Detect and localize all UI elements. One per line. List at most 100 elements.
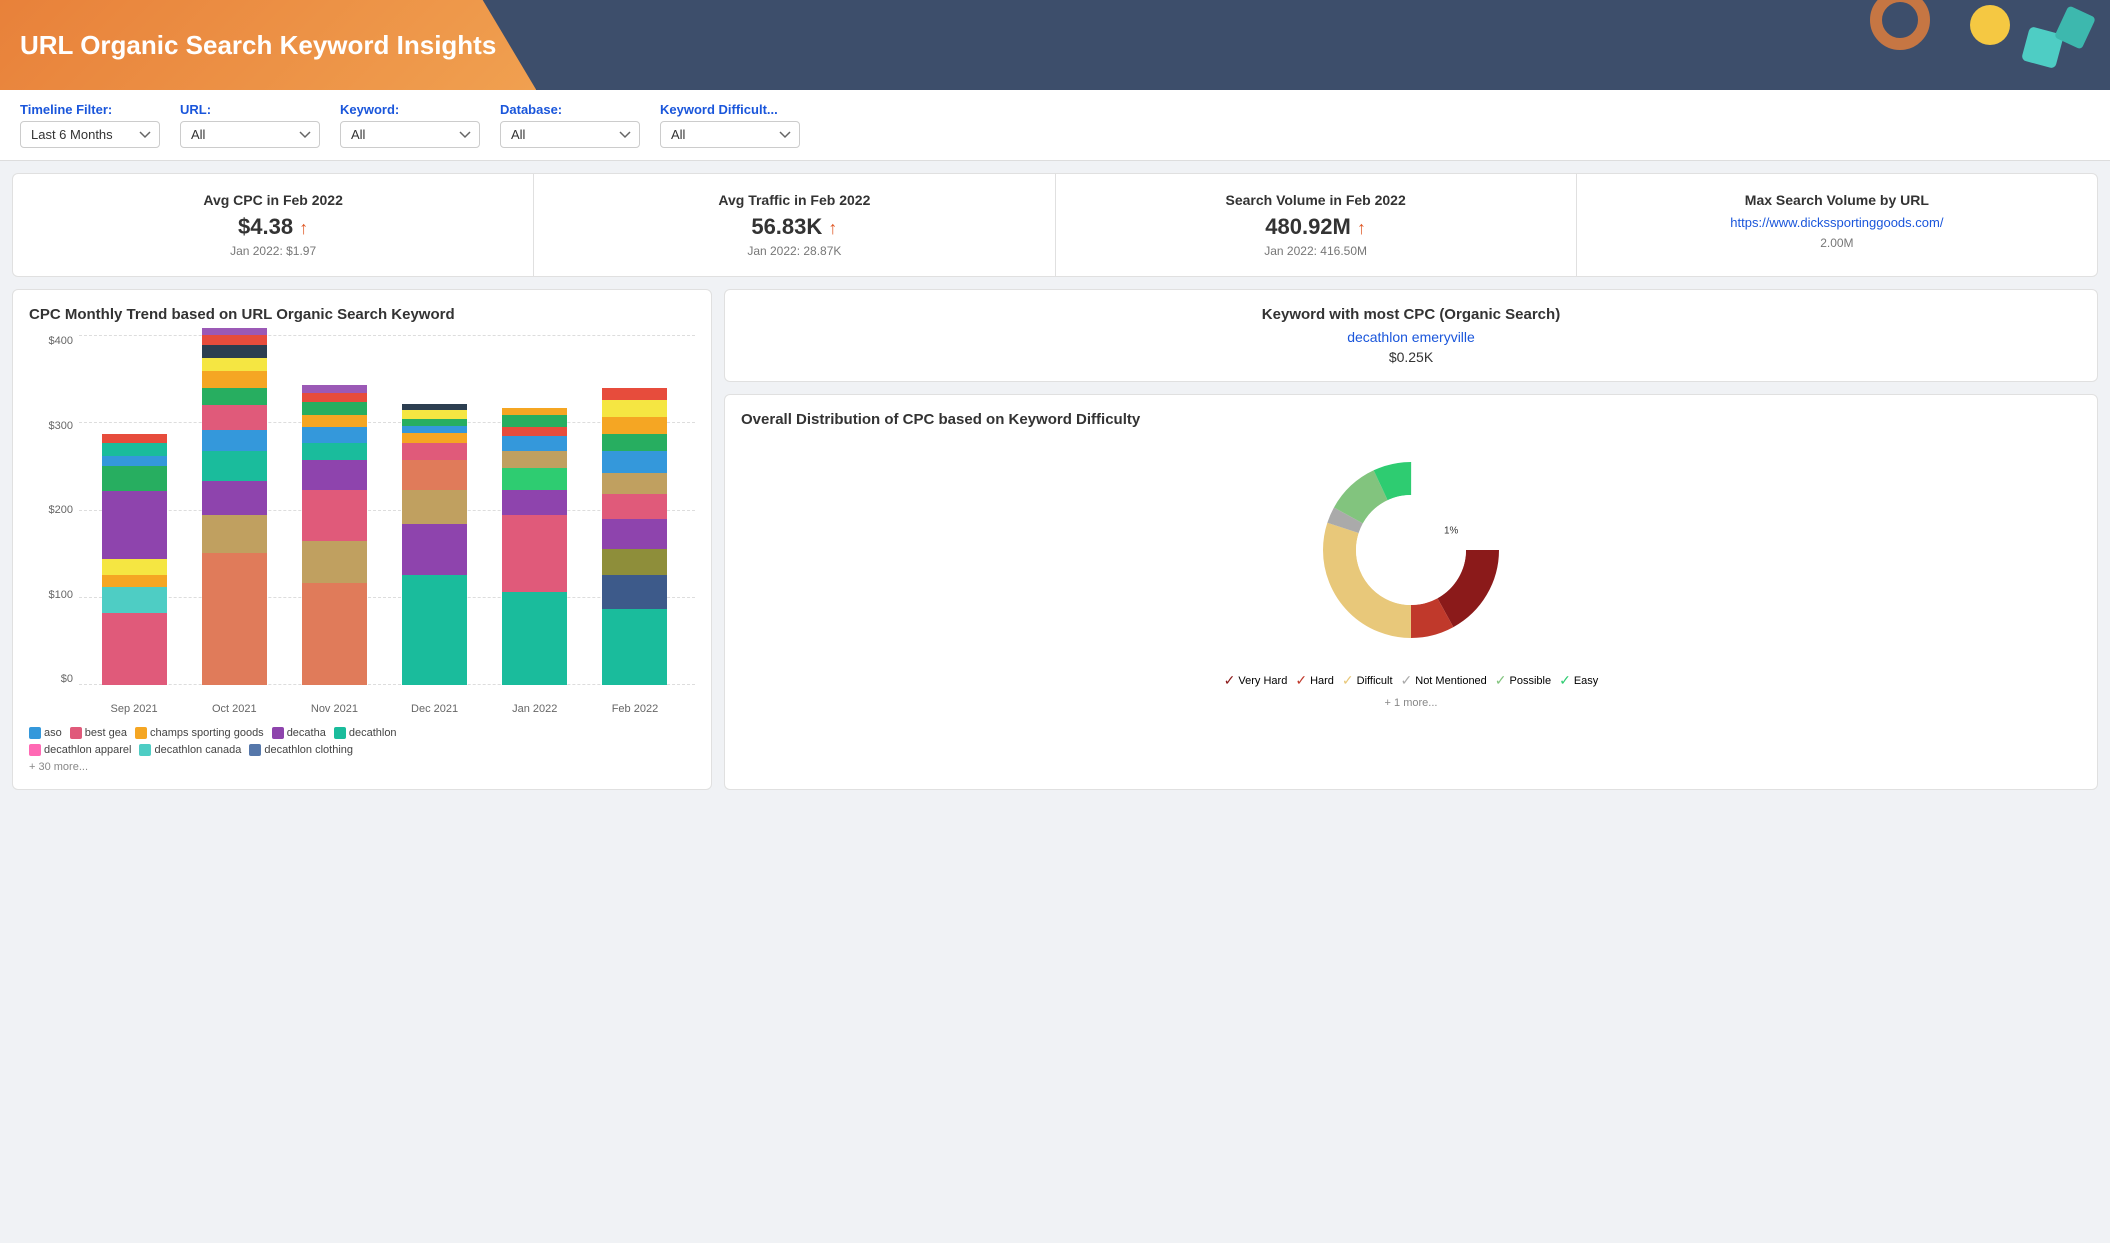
donut-svg-wrap: 1% <box>1301 440 1521 660</box>
bar-segment-1-6 <box>202 388 267 405</box>
legend-item-champs: champs sporting goods <box>135 727 264 739</box>
kpi-avg-traffic-sub: Jan 2022: 28.87K <box>554 244 1034 258</box>
kpi-search-volume-title: Search Volume in Feb 2022 <box>1076 192 1556 208</box>
bar-chart-panel: CPC Monthly Trend based on URL Organic S… <box>12 289 712 790</box>
bar-chart-title: CPC Monthly Trend based on URL Organic S… <box>29 306 695 323</box>
bar-segment-0-2 <box>102 575 167 588</box>
keyword-filter-select[interactable]: All <box>340 121 480 148</box>
bar-segment-3-8 <box>402 410 467 419</box>
bar-segment-1-10 <box>202 335 267 345</box>
legend-label-decathlon-apparel: decathlon apparel <box>44 744 131 756</box>
legend-label-best-gea: best gea <box>85 727 127 739</box>
bar-segment-5-1 <box>602 575 667 609</box>
kpi-avg-traffic-value: 56.83K ↑ <box>554 214 1034 240</box>
bar-segment-2-1 <box>302 541 367 584</box>
legend-item-decatha: decatha <box>272 727 326 739</box>
bar-segment-4-1 <box>502 515 567 592</box>
bar-segment-3-4 <box>402 443 467 460</box>
timeline-filter-label: Timeline Filter: <box>20 102 160 117</box>
bar-segment-1-9 <box>202 345 267 358</box>
bar-segment-1-3 <box>202 451 267 481</box>
bar-stack-1[interactable] <box>202 328 267 685</box>
legend-color-best-gea <box>70 727 82 739</box>
bar-segment-3-9 <box>402 404 467 411</box>
bar-segment-2-4 <box>302 443 367 460</box>
donut-legend-label-easy: Easy <box>1574 675 1598 687</box>
x-label-3: Dec 2021 <box>385 703 485 715</box>
donut-legend-easy: ✓ Easy <box>1559 672 1598 689</box>
bar-stack-4[interactable] <box>502 408 567 685</box>
kpi-avg-cpc-sub: Jan 2022: $1.97 <box>33 244 513 258</box>
kpi-max-search-volume-title: Max Search Volume by URL <box>1597 192 2077 208</box>
bar-segment-0-5 <box>102 466 167 492</box>
bar-segment-1-11 <box>202 328 267 335</box>
database-filter-select[interactable]: All <box>500 121 640 148</box>
url-filter-label: URL: <box>180 102 320 117</box>
y-axis-labels: $0 $100 $200 $300 $400 <box>29 335 79 685</box>
legend-row-1: aso best gea champs sporting goods decat… <box>29 727 695 739</box>
bar-segment-3-3 <box>402 460 467 490</box>
legend-color-decathlon <box>334 727 346 739</box>
donut-legend-label-very-hard: Very Hard <box>1238 675 1287 687</box>
kpi-avg-traffic-title: Avg Traffic in Feb 2022 <box>554 192 1034 208</box>
kpi-card-avg-traffic: Avg Traffic in Feb 2022 56.83K ↑ Jan 202… <box>534 174 1055 276</box>
right-panel: Keyword with most CPC (Organic Search) d… <box>724 289 2098 790</box>
bar-stack-2[interactable] <box>302 385 367 685</box>
kpi-max-search-volume-link[interactable]: https://www.dickssportinggoods.com/ <box>1730 215 1943 230</box>
bar-segment-2-5 <box>302 427 367 442</box>
bar-segment-4-7 <box>502 415 567 428</box>
legend-color-decatha <box>272 727 284 739</box>
bar-segment-1-5 <box>202 405 267 431</box>
bar-stack-0[interactable] <box>102 434 167 685</box>
url-filter-group: URL: All <box>180 102 320 148</box>
donut-legend-hard: ✓ Hard <box>1295 672 1334 689</box>
legend-label-decathlon: decathlon <box>349 727 397 739</box>
donut-legend-label-difficult: Difficult <box>1357 675 1393 687</box>
legend-row-2: decathlon apparel decathlon canada decat… <box>29 744 695 756</box>
timeline-filter-group: Timeline Filter: Last 3 Months Last 6 Mo… <box>20 102 160 148</box>
kpi-avg-cpc-title: Avg CPC in Feb 2022 <box>33 192 513 208</box>
bar-segment-2-9 <box>302 385 367 394</box>
kpi-search-volume-value: 480.92M ↑ <box>1076 214 1556 240</box>
bar-segment-5-9 <box>602 400 667 417</box>
bar-segment-1-0 <box>202 553 267 685</box>
url-filter-select[interactable]: All <box>180 121 320 148</box>
legend-label-decathlon-canada: decathlon canada <box>154 744 241 756</box>
donut-legend: ✓ Very Hard ✓ Hard ✓ Difficult ✓ Not Men… <box>1224 672 1599 689</box>
bar-segment-4-5 <box>502 436 567 451</box>
bar-segment-3-7 <box>402 419 467 426</box>
bar-group-sep-2021 <box>94 335 174 685</box>
bar-stack-3[interactable] <box>402 404 467 685</box>
bar-segment-3-1 <box>402 524 467 575</box>
main-content: CPC Monthly Trend based on URL Organic S… <box>12 289 2098 790</box>
bar-segment-3-0 <box>402 575 467 686</box>
legend-item-decathlon-clothing: decathlon clothing <box>249 744 353 756</box>
database-filter-label: Database: <box>500 102 640 117</box>
kpi-search-volume-sub: Jan 2022: 416.50M <box>1076 244 1556 258</box>
bar-segment-2-2 <box>302 490 367 541</box>
keyword-most-cpc-title: Keyword with most CPC (Organic Search) <box>741 306 2081 323</box>
page-title: URL Organic Search Keyword Insights <box>20 30 496 61</box>
bar-segment-3-5 <box>402 433 467 443</box>
bar-segment-4-6 <box>502 427 567 436</box>
bar-segment-0-6 <box>102 456 167 466</box>
keyword-filter-group: Keyword: All <box>340 102 480 148</box>
header-title-bg: URL Organic Search Keyword Insights <box>0 0 536 90</box>
bar-segment-5-7 <box>602 434 667 451</box>
x-label-2: Nov 2021 <box>284 703 384 715</box>
bar-stack-5[interactable] <box>602 388 667 686</box>
keyword-difficulty-filter-select[interactable]: All Very Hard Hard Difficult Not Mention… <box>660 121 800 148</box>
bar-segment-4-8 <box>502 408 567 415</box>
bar-segment-2-7 <box>302 402 367 415</box>
bar-segment-2-3 <box>302 460 367 490</box>
x-label-4: Jan 2022 <box>485 703 585 715</box>
y-label-400: $400 <box>29 335 79 347</box>
checkmark-very-hard: ✓ <box>1224 672 1236 689</box>
bar-segment-5-10 <box>602 388 667 401</box>
y-label-100: $100 <box>29 589 79 601</box>
kpi-max-search-volume-sub: 2.00M <box>1597 236 2077 250</box>
x-labels: Sep 2021Oct 2021Nov 2021Dec 2021Jan 2022… <box>84 703 685 715</box>
bar-segment-1-7 <box>202 371 267 388</box>
decor-circle-orange-icon <box>1870 0 1930 50</box>
timeline-filter-select[interactable]: Last 3 Months Last 6 Months Last 12 Mont… <box>20 121 160 148</box>
